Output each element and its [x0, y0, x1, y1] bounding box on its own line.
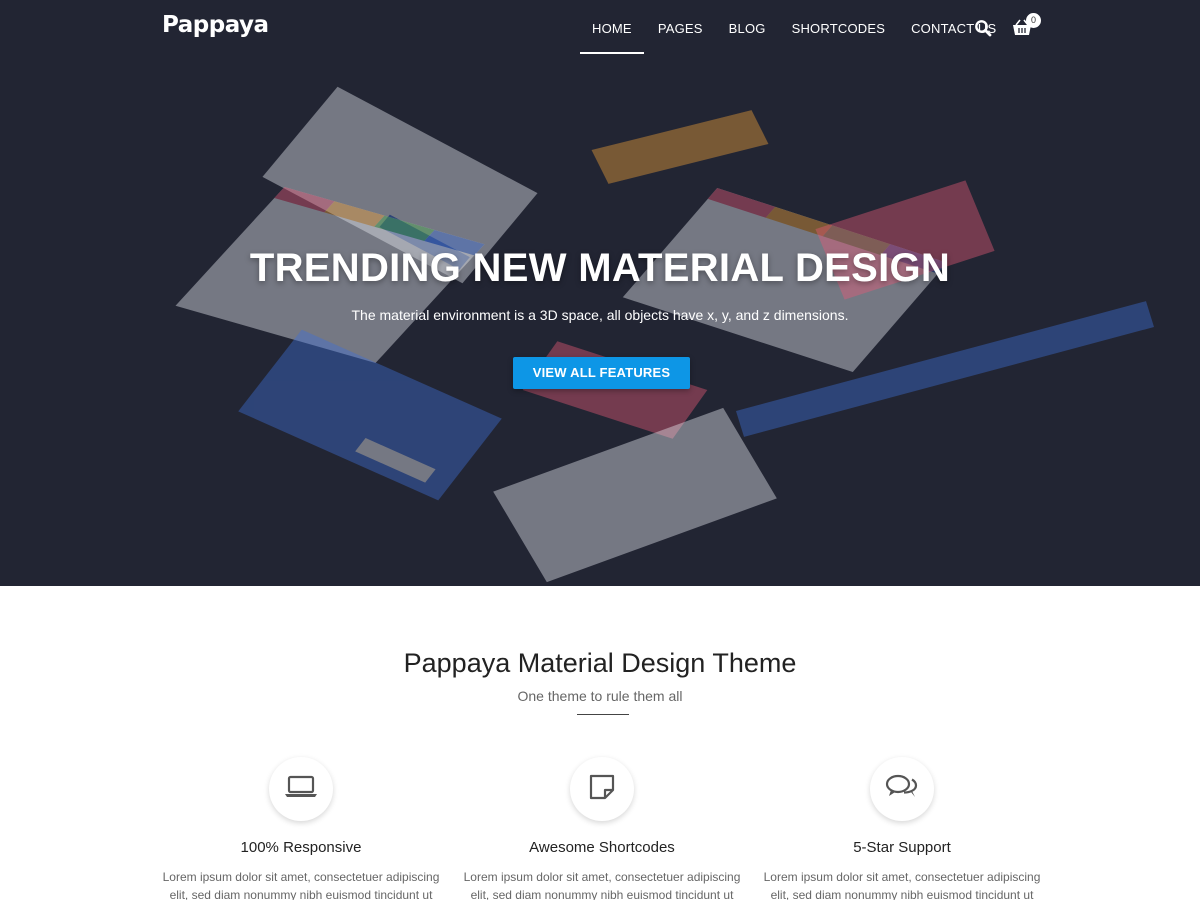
top-navigation: Pappaya HOME PAGES BLOG SHORTCODES CONTA… [0, 0, 1200, 58]
hero-section: Pappaya HOME PAGES BLOG SHORTCODES CONTA… [0, 0, 1200, 586]
feature-support: 5-Star Support Lorem ipsum dolor sit ame… [762, 757, 1042, 900]
hero-background-illustration [0, 0, 1200, 586]
mockup-card [591, 110, 769, 184]
chat-bubbles-icon [885, 774, 919, 805]
nav-item-blog[interactable]: BLOG [717, 0, 778, 56]
feature-title: Awesome Shortcodes [529, 839, 675, 856]
search-icon[interactable] [974, 19, 994, 39]
nav-item-shortcodes[interactable]: SHORTCODES [780, 0, 898, 56]
feature-icon-circle [269, 757, 333, 821]
feature-responsive: 100% Responsive Lorem ipsum dolor sit am… [161, 757, 441, 900]
view-all-features-button[interactable]: VIEW ALL FEATURES [513, 357, 690, 389]
feature-description: Lorem ipsum dolor sit amet, consectetuer… [463, 870, 741, 900]
nav-item-home[interactable]: HOME [580, 0, 644, 56]
main-menu: HOME PAGES BLOG SHORTCODES CONTACT US [580, 0, 1010, 56]
feature-icon-circle [870, 757, 934, 821]
feature-description: Lorem ipsum dolor sit amet, consectetuer… [162, 870, 440, 900]
hero-subtitle: The material environment is a 3D space, … [351, 307, 849, 323]
cart-count-badge: 0 [1026, 13, 1041, 28]
feature-icon-circle [570, 757, 634, 821]
section-divider [577, 714, 629, 715]
laptop-icon [284, 775, 318, 804]
sticky-note-icon [588, 773, 616, 806]
site-logo[interactable]: Pappaya [162, 12, 269, 38]
nav-item-pages[interactable]: PAGES [646, 0, 715, 56]
hero-title: TRENDING NEW MATERIAL DESIGN [249, 246, 951, 290]
feature-title: 100% Responsive [240, 839, 362, 856]
feature-description: Lorem ipsum dolor sit amet, consectetuer… [763, 870, 1041, 900]
section-subtitle: One theme to rule them all [517, 688, 683, 704]
mockup-card [493, 407, 777, 583]
feature-title: 5-Star Support [853, 839, 951, 856]
section-title: Pappaya Material Design Theme [403, 648, 797, 678]
feature-shortcodes: Awesome Shortcodes Lorem ipsum dolor sit… [462, 757, 742, 900]
